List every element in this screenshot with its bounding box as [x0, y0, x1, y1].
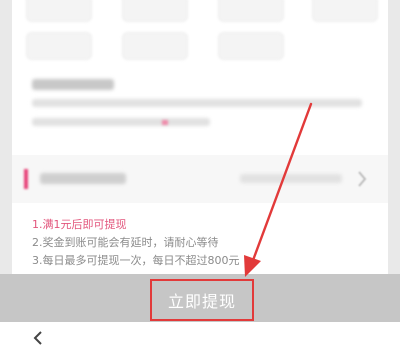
blurred-text-line: [32, 118, 210, 126]
back-icon[interactable]: [30, 330, 46, 346]
amount-option[interactable]: [122, 0, 188, 22]
rule-line-1: 1.满1元后即可提现: [32, 218, 127, 231]
amount-option[interactable]: [122, 32, 188, 60]
highlight-mark: [162, 120, 168, 125]
amount-option[interactable]: [218, 0, 284, 22]
rule-line-2: 2.奖金到账可能会有延时，请耐心等待: [32, 236, 219, 249]
record-value: [240, 174, 342, 183]
chevron-right-icon: [358, 171, 367, 187]
withdraw-now-button[interactable]: 立即提现: [150, 279, 254, 321]
blurred-text-line: [32, 99, 362, 107]
bottom-navigation-bar: [0, 322, 400, 347]
record-title: [40, 173, 126, 184]
withdraw-rules: 1.满1元后即可提现 2.奖金到账可能会有延时，请耐心等待 3.每日最多可提现一…: [32, 216, 372, 270]
amount-option[interactable]: [26, 32, 92, 60]
section-heading: [32, 79, 114, 90]
withdraw-record-row[interactable]: [12, 155, 388, 203]
rule-line-3: 3.每日最多可提现一次，每日不超过800元: [32, 254, 240, 267]
amount-option[interactable]: [312, 0, 378, 22]
amount-option[interactable]: [26, 0, 92, 22]
amount-option[interactable]: [218, 32, 284, 60]
record-accent-bar: [24, 169, 28, 189]
amount-options: [26, 0, 378, 64]
